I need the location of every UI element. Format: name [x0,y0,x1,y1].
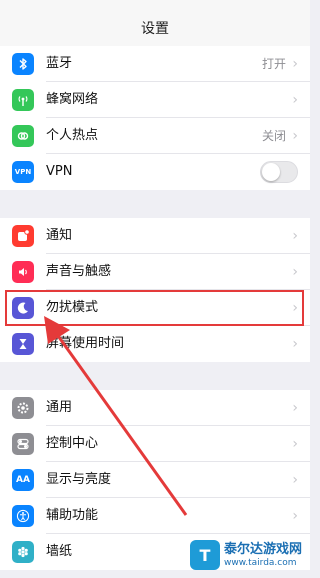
watermark-text: 泰尔达游戏网 www.tairda.com [224,542,302,569]
watermark-logo: T [189,540,220,570]
watermark: T 泰尔达游戏网 www.tairda.com [189,540,302,570]
watermark-title: 泰尔达游戏网 [223,541,302,557]
annotation-arrow-icon [44,316,188,516]
watermark-url: www.tairda.com [223,557,297,568]
